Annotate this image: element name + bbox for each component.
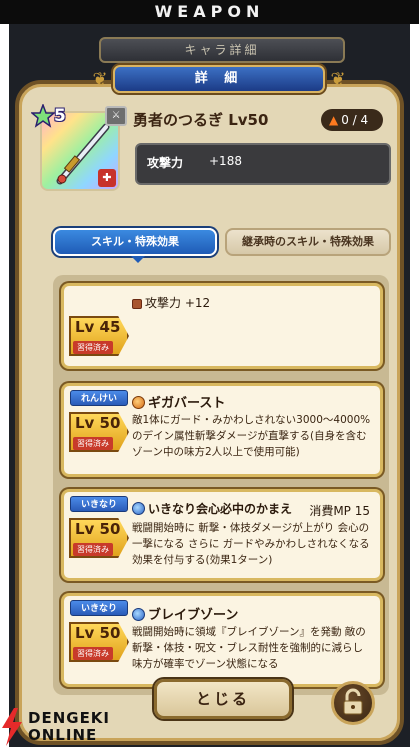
active-tab-indicator	[131, 256, 145, 263]
skill-title: いきなり会心必中のかまえ	[132, 500, 292, 517]
skill-tag: いきなり	[70, 496, 128, 512]
upgrade-count: 0 / 4	[341, 113, 369, 127]
stat-box: 攻撃力 +188	[135, 143, 391, 185]
skill-description: 戦闘開始時に領域『ブレイブゾーン』を発動 敵の斬撃・体技・呪文・ブレス耐性を強制…	[132, 626, 366, 670]
level-text: Lv 50	[75, 414, 121, 432]
sword-type-icon: ⚔	[105, 106, 127, 126]
back-header: キャラ詳細	[99, 37, 345, 63]
tab-skills[interactable]: スキル・特殊効果	[53, 228, 217, 256]
tab-inherit-skills[interactable]: 継承時のスキル・特殊効果	[225, 228, 391, 256]
skill-tag: いきなり	[70, 600, 128, 616]
weapon-name: 勇者のつるぎ Lv50	[133, 111, 269, 129]
lightning-logo-icon	[2, 708, 22, 746]
level-text: Lv 50	[75, 520, 121, 538]
level-badge: Lv 50 習得済み	[69, 622, 129, 662]
detail-header-title: 詳 細	[194, 71, 244, 86]
top-banner: WEAPON	[0, 0, 419, 24]
learned-label: 習得済み	[73, 437, 113, 450]
upgrade-arrow-icon: ▲	[329, 113, 339, 127]
watermark-line2: ONLINE	[28, 726, 98, 744]
skill-card: れんけい Lv 50 習得済み ギガバースト 敵1体にガード・みかわしされない3…	[61, 383, 383, 477]
learned-label: 習得済み	[73, 543, 113, 556]
skill-card: いきなり Lv 50 習得済み いきなり会心必中のかまえ 消費MP 15 戦闘開…	[61, 489, 383, 581]
weapon-type-badge: ✚	[98, 169, 116, 187]
level-badge: Lv 50 習得済み	[69, 518, 129, 558]
skill-card: Lv 45 習得済み 攻撃力 +12	[61, 283, 383, 369]
level-badge: Lv 45 習得済み	[69, 316, 129, 356]
stat-value: +188	[209, 154, 242, 168]
upgrade-counter: ▲ 0 / 4	[321, 109, 383, 131]
skill-tag: れんけい	[70, 390, 128, 406]
rarity-number: 5	[54, 106, 66, 126]
lock-button[interactable]	[331, 681, 375, 725]
stat-label: 攻撃力	[147, 156, 184, 170]
skill-card: いきなり Lv 50 習得済み ブレイブゾーン 戦闘開始時に領域『ブレイブゾーン…	[61, 593, 383, 687]
attack-stat-icon	[132, 299, 142, 309]
orange-skill-icon	[132, 396, 145, 409]
skill-description: 敵1体にガード・みかわしされない3000〜4000%のデイン属性斬撃ダメージが直…	[132, 414, 371, 458]
watermark-logo: DENGEKI ONLINE	[0, 708, 130, 747]
blue-skill-icon	[132, 608, 145, 621]
detail-header: 詳 細	[113, 65, 325, 93]
watermark-line1: DENGEKI	[28, 709, 111, 727]
level-text: Lv 45	[75, 318, 121, 336]
ornament-right-icon: ❦	[330, 69, 346, 90]
lock-icon	[343, 688, 363, 715]
skill-title: ブレイブゾーン	[132, 604, 238, 623]
skill-title: ギガバースト	[132, 392, 225, 411]
learned-label: 習得済み	[73, 647, 113, 660]
game-screen: キャラ詳細 ❦ ❦ 詳 細 ✚ 5 ⚔ 勇者のつるぎ Lv50 ▲ 0 / 4 攻…	[9, 24, 410, 747]
skill-list[interactable]: Lv 45 習得済み 攻撃力 +12 れんけい Lv 50 習得済み ギガバース…	[53, 275, 389, 695]
learned-label: 習得済み	[73, 341, 113, 354]
mp-cost: 消費MP 15	[309, 504, 370, 518]
close-button[interactable]: とじる	[154, 679, 292, 719]
skill-description: 戦闘開始時に 斬撃・体技ダメージが上がり 会心の一撃になる さらに ガードやみか…	[132, 522, 370, 566]
back-header-title: キャラ詳細	[184, 43, 260, 57]
banner-title: WEAPON	[154, 2, 265, 21]
ornament-left-icon: ❦	[92, 69, 108, 90]
blue-skill-icon	[132, 502, 145, 515]
level-text: Lv 50	[75, 624, 121, 642]
level-badge: Lv 50 習得済み	[69, 412, 129, 452]
skill-title: 攻撃力 +12	[132, 294, 210, 311]
